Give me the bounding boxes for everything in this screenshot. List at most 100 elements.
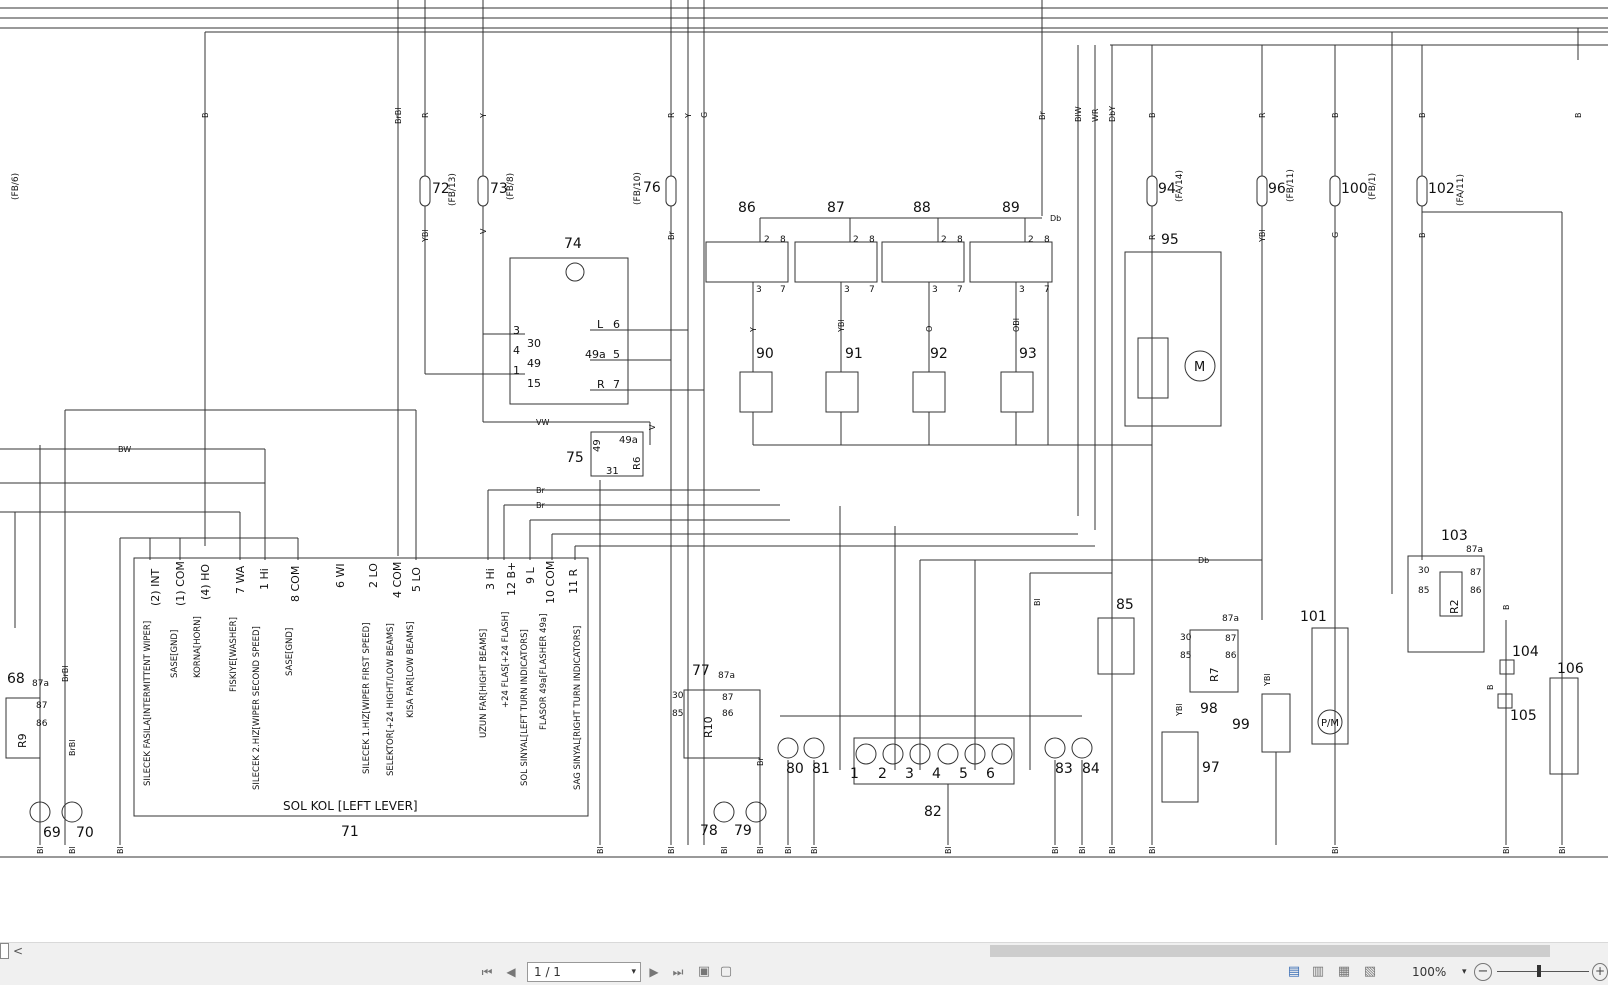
next-page-icon[interactable]: ▶ xyxy=(645,963,663,981)
continuous-layout-icon[interactable]: ▥ xyxy=(1310,964,1326,980)
component-68: 68 xyxy=(7,671,25,687)
relay75-pin: 31 xyxy=(606,466,619,477)
relay-pin: 87a xyxy=(718,671,735,681)
switch-pin: 49a xyxy=(585,348,606,361)
lever-function: SILECEK FASILA[INTERMITTENT WIPER] xyxy=(143,621,153,786)
wire-tag: Bl xyxy=(1558,846,1567,854)
relay-pin: 87a xyxy=(1466,545,1483,555)
component-74: 74 xyxy=(564,236,582,252)
zoom-level[interactable]: 100% xyxy=(1412,963,1446,981)
wire-tag: Bl xyxy=(68,846,77,854)
lever-function: SAG SINYAL[RIGHT TURN INDICATORS] xyxy=(573,626,583,790)
wire-tag: B xyxy=(1331,113,1340,119)
wire-tag: B xyxy=(1486,685,1495,691)
wire-tag: YBl xyxy=(421,229,430,243)
lever-pin: 11 R xyxy=(567,569,580,594)
zoom-out-button[interactable]: − xyxy=(1474,963,1492,981)
chevron-down-icon[interactable]: ▾ xyxy=(1462,963,1467,981)
component-96: 96 xyxy=(1268,181,1286,197)
lever-function: SOL SINYAL[LEFT TURN INDICATORS] xyxy=(520,629,530,786)
relay-name: R7 xyxy=(1208,667,1221,682)
wire-tag: V xyxy=(479,228,488,234)
component-90: 90 xyxy=(756,346,774,362)
switch-pin: 30 xyxy=(527,337,541,350)
relay-name: R9 xyxy=(16,733,29,748)
scroll-left-arrow[interactable]: < xyxy=(10,943,26,959)
wire-tag: Br xyxy=(536,501,545,510)
ref-fa14: (FA/14) xyxy=(1175,170,1185,202)
lever-function: KISA FAR[LOW BEAMS] xyxy=(406,621,416,718)
document-viewport[interactable]: 68 69 70 71 72 73 74 75 76 77 78 79 80 8… xyxy=(0,0,1608,942)
block-pin: 2 xyxy=(764,235,770,245)
relay-pin: 86 xyxy=(1225,651,1237,661)
wire-tag: Bl xyxy=(1331,846,1340,854)
ref-fb6: (FB/6) xyxy=(11,173,21,200)
component-83: 83 xyxy=(1055,761,1073,777)
wire-tag: R xyxy=(667,112,676,118)
ref-fa11: (FA/11) xyxy=(1456,174,1466,206)
component-98: 98 xyxy=(1200,701,1218,717)
switch-pin: 5 xyxy=(613,348,620,361)
component-91: 91 xyxy=(845,346,863,362)
ref-fb1: (FB/1) xyxy=(1368,173,1378,200)
indicator-number: 3 xyxy=(905,766,914,782)
scrollbar-thumb[interactable] xyxy=(990,945,1550,957)
component-102: 102 xyxy=(1428,181,1455,197)
block-pin: 7 xyxy=(780,285,786,295)
component-103: 103 xyxy=(1441,528,1468,544)
zoom-slider-thumb[interactable] xyxy=(1537,965,1541,977)
indicator-number: 4 xyxy=(932,766,941,782)
switch-pin: L xyxy=(597,318,604,331)
zoom-in-button[interactable]: + xyxy=(1592,963,1608,981)
switch-pin: 49 xyxy=(527,357,541,370)
zoom-slider-track[interactable] xyxy=(1497,971,1589,972)
first-page-icon[interactable]: ⏮ xyxy=(478,963,496,981)
relay-pin: 86 xyxy=(36,719,48,729)
pm-label: P/M xyxy=(1321,718,1339,729)
relay-pin: 87a xyxy=(32,679,49,689)
indicator-number: 1 xyxy=(850,766,859,782)
relay-pin: 85 xyxy=(1180,651,1191,661)
wire-tag: Y xyxy=(749,327,758,333)
facing-layout-icon[interactable]: ▦ xyxy=(1336,964,1352,980)
component-94: 94 xyxy=(1158,181,1176,197)
lever-pin: (4) HO xyxy=(199,564,212,600)
single-page-view-icon[interactable]: ▣ xyxy=(696,964,712,980)
wire-tag: Bl xyxy=(1502,846,1511,854)
component-104: 104 xyxy=(1512,644,1539,660)
component-87: 87 xyxy=(827,200,845,216)
lever-pin: 9 L xyxy=(524,567,537,584)
wire-tag: R xyxy=(1258,112,1267,118)
component-93: 93 xyxy=(1019,346,1037,362)
continuous-facing-layout-icon[interactable]: ▧ xyxy=(1362,964,1378,980)
wire-tag: B xyxy=(1502,605,1511,611)
prev-page-icon[interactable]: ◀ xyxy=(502,963,520,981)
lever-pin: 4 COM xyxy=(391,562,404,598)
component-77: 77 xyxy=(692,663,710,679)
scrollbar-edge xyxy=(0,943,9,959)
wire-tag: B xyxy=(1148,113,1157,119)
wire-tag: Bl xyxy=(667,846,676,854)
page-number-select[interactable]: 1 / 1 ▾ xyxy=(527,962,641,982)
component-81: 81 xyxy=(812,761,830,777)
block-pin: 2 xyxy=(941,235,947,245)
lever-pin: 5 LO xyxy=(410,567,423,592)
chevron-down-icon: ▾ xyxy=(631,967,636,977)
wire-tag: Db xyxy=(1198,556,1209,565)
component-69: 69 xyxy=(43,825,61,841)
lever-function: KORNA[HORN] xyxy=(193,616,203,678)
horizontal-scrollbar[interactable]: < xyxy=(0,942,1608,959)
block-pin: 8 xyxy=(957,235,963,245)
wire-tag: Bl xyxy=(596,846,605,854)
two-page-view-icon[interactable]: ▢ xyxy=(718,964,734,980)
block-pin: 8 xyxy=(869,235,875,245)
last-page-icon[interactable]: ⏭ xyxy=(669,963,687,981)
component-97: 97 xyxy=(1202,760,1220,776)
relay75-name: R6 xyxy=(632,457,643,470)
wire-tag: Bl xyxy=(36,846,45,854)
relay75-pin: 49a xyxy=(619,435,638,446)
lever-function: UZUN FAR[HIGHT BEAMS] xyxy=(479,629,489,738)
wire-tag: DbY xyxy=(1108,106,1117,122)
lever-pin: 10 COM xyxy=(544,561,557,604)
single-page-layout-icon[interactable]: ▤ xyxy=(1286,964,1302,980)
